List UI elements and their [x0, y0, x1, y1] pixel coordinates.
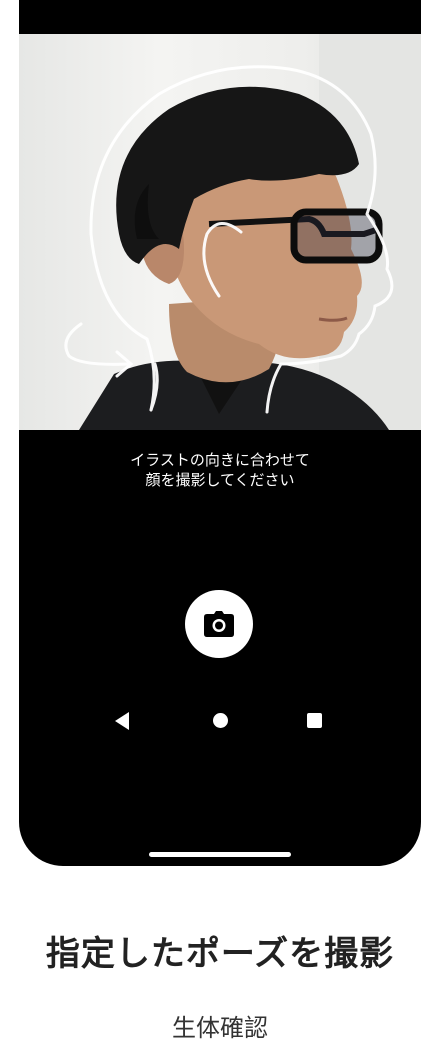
- caption-subtitle: 生体確認: [172, 1014, 268, 1042]
- caption-title: 指定したポーズを撮影: [45, 934, 395, 974]
- navigation-bar: [19, 710, 421, 734]
- shutter-button[interactable]: [185, 590, 253, 658]
- camera-icon: [204, 611, 234, 637]
- back-triangle-icon[interactable]: [115, 712, 129, 730]
- instruction-line-1: イラストの向きに合わせて: [130, 451, 310, 469]
- recent-square-icon[interactable]: [307, 713, 322, 728]
- phone-screen: イラストの向きに合わせて 顔を撮影してください: [19, 0, 421, 866]
- home-circle-icon[interactable]: [213, 713, 228, 728]
- instruction-line-2: 顔を撮影してください: [145, 471, 295, 489]
- instruction-text: イラストの向きに合わせて 顔を撮影してください: [19, 450, 421, 490]
- camera-preview: [19, 34, 421, 430]
- home-indicator[interactable]: [149, 852, 291, 857]
- pose-guide-outline: [64, 65, 394, 414]
